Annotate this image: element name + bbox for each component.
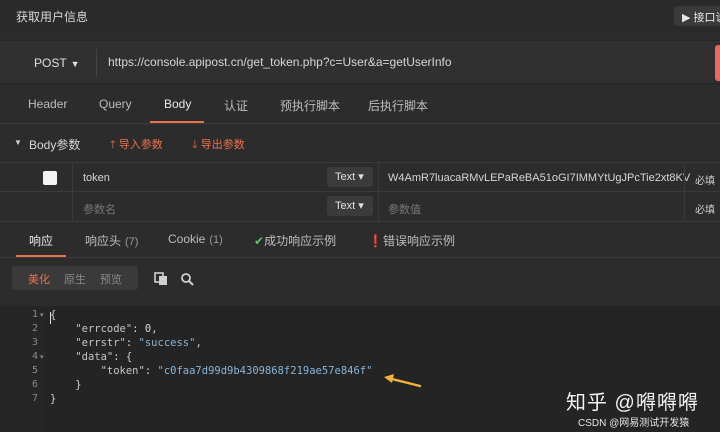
view-pretty[interactable]: 美化 [28,271,50,287]
code-line: { [50,309,57,321]
fold-icon[interactable]: ▾ [40,353,44,361]
tab-auth[interactable]: 认证 [224,97,248,114]
param-value[interactable]: W4AmR7luacaRMvLEPaReBA51oGI7IMMYtUgJPcTi… [388,172,690,184]
divider [684,163,685,193]
divider [72,163,73,193]
check-circle-icon: ✔ [254,234,265,248]
line-number: 3 [31,337,38,348]
param-required[interactable]: 必填 [695,172,715,187]
tab-success-example[interactable]: ✔成功响应示例 [254,232,336,249]
param-row: 参数名 Text ▾ 参数值 必填 [0,192,720,222]
error-circle-icon: ❗ [368,234,383,248]
divider [96,49,97,77]
tab-cookie[interactable]: Cookie (1) [168,232,223,246]
line-gutter [0,306,46,432]
view-preview[interactable]: 预览 [100,271,122,287]
param-row: token Text ▾ W4AmR7luacaRMvLEPaReBA51oGI… [0,162,720,193]
active-tab-indicator [16,255,66,257]
arrow-up-icon: 🡑 [110,139,116,151]
api-doc-button[interactable]: ▶ 接口说 [674,6,720,26]
export-params-label: 导出参数 [200,139,245,151]
tab-body[interactable]: Body [164,97,191,111]
search-icon[interactable] [180,272,194,286]
code-line: "data": { [75,351,133,363]
request-title: 获取用户信息 [16,10,89,24]
collapse-icon[interactable]: ▼ [14,138,22,147]
divider [378,163,379,193]
response-toolbar: 美化 原生 预览 [0,264,720,294]
view-raw[interactable]: 原生 [64,271,86,287]
active-tab-indicator [150,121,204,123]
arrow-down-icon: 🡓 [192,139,198,151]
export-params-button[interactable]: 🡓 导出参数 [192,136,245,155]
code-line: "token": "c0faa7d99d9b4309868f219ae57e84… [100,365,373,377]
success-example-label: 成功响应示例 [264,234,337,248]
method-select[interactable]: POST ▼ [14,48,96,78]
url-input[interactable]: https://console.apipost.cn/get_token.php… [108,55,452,69]
cookie-count: (1) [209,234,223,246]
param-type-label: Text [335,171,356,183]
code-line: } [50,393,57,405]
import-params-button[interactable]: 🡑 导入参数 [110,136,163,155]
param-key[interactable]: token [83,172,110,184]
code-line: "errstr": "success", [75,337,202,349]
line-number: 4 [31,351,38,362]
line-number: 5 [31,365,38,376]
headers-count: (7) [125,236,139,248]
divider [72,192,73,222]
tab-pre-script[interactable]: 预执行脚本 [280,97,340,114]
line-number: 1 [31,309,38,320]
body-params-label: Body参数 [29,138,81,152]
cookie-label: Cookie [168,232,206,246]
import-params-label: 导入参数 [118,139,163,151]
tab-post-script[interactable]: 后执行脚本 [368,97,428,114]
param-required[interactable]: 必填 [695,201,715,216]
send-button[interactable] [715,45,720,81]
arrow-annotation-icon [384,374,422,388]
param-type-select[interactable]: Text ▾ [327,167,373,187]
title-bar: 获取用户信息 ▶ 接口说 [0,0,720,32]
watermark-secondary: CSDN @网易测试开发猿 [578,418,690,429]
headers-label: 响应头 [85,234,122,248]
line-number: 2 [31,323,38,334]
param-type-select[interactable]: Text ▾ [327,196,373,216]
tab-response-headers[interactable]: 响应头 (7) [85,232,138,249]
tab-error-example[interactable]: ❗错误响应示例 [368,232,455,249]
request-tabs: Header Query Body 认证 预执行脚本 后执行脚本 [0,86,720,124]
response-tabs: 响应 响应头 (7) Cookie (1) ✔成功响应示例 ❗错误响应示例 [0,222,720,258]
method-label: POST [34,56,67,70]
line-number: 7 [31,393,38,404]
chevron-down-icon: ▼ [70,59,80,69]
divider [684,192,685,222]
tab-response[interactable]: 响应 [29,232,53,249]
param-type-label: Text [335,200,356,212]
url-bar: POST ▼ https://console.apipost.cn/get_tok… [0,40,720,84]
error-example-label: 错误响应示例 [382,234,455,248]
watermark-primary: 知乎 @嘚嘚嘚 [566,392,699,414]
copy-icon[interactable] [154,272,168,286]
body-params-header: ▼ Body参数 🡑 导入参数 🡓 导出参数 [0,128,720,156]
param-value-input[interactable]: 参数值 [388,201,421,217]
line-number: 6 [31,379,38,390]
divider [378,192,379,222]
fold-icon[interactable]: ▾ [40,311,44,319]
code-line: "errcode": 0, [75,323,158,335]
tab-header[interactable]: Header [28,97,67,111]
param-checkbox[interactable] [43,171,57,185]
tab-query[interactable]: Query [99,97,132,111]
code-line: } [50,379,82,391]
view-mode-switch: 美化 原生 预览 [12,266,138,290]
param-key-input[interactable]: 参数名 [83,201,116,217]
